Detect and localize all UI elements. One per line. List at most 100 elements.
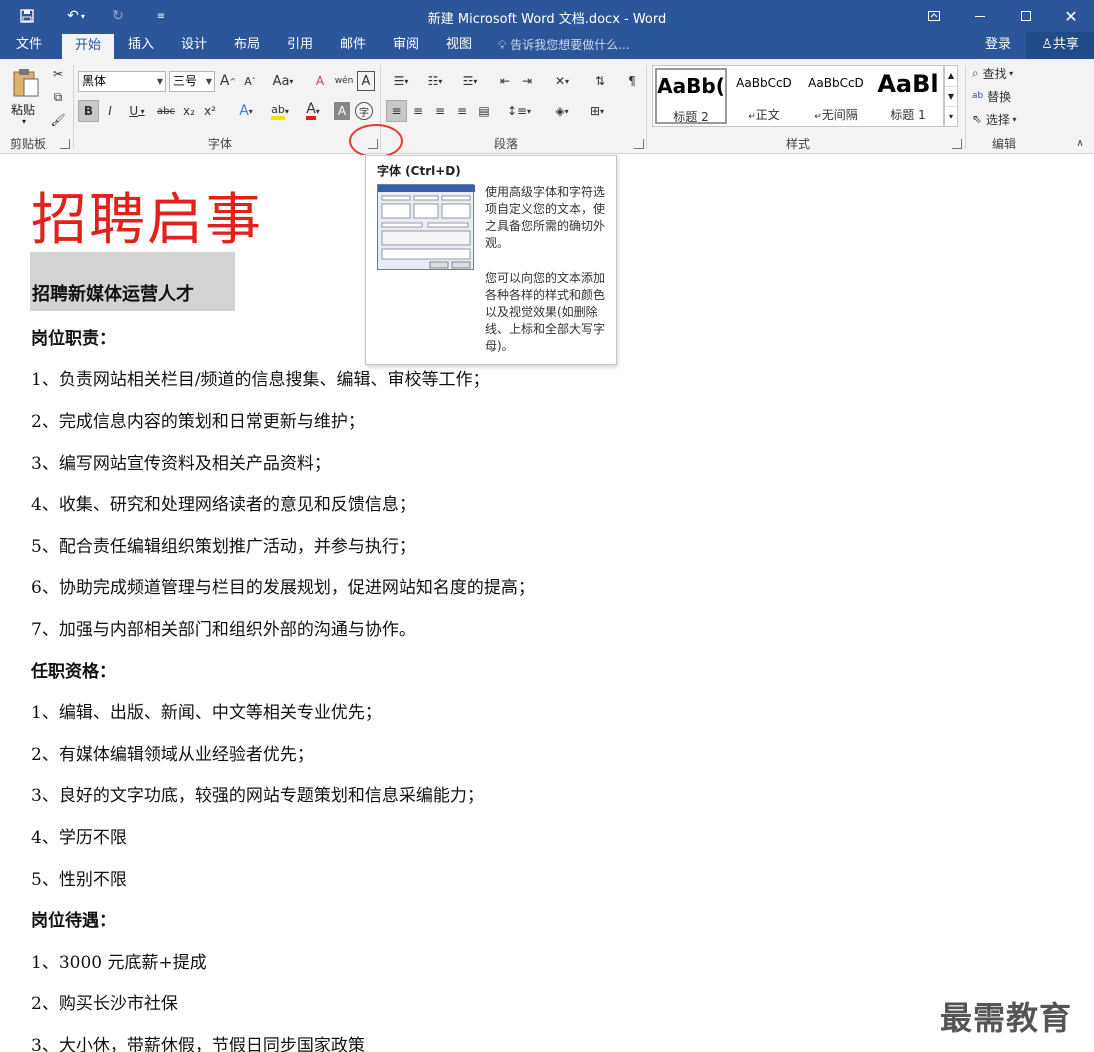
character-border-button[interactable]: A: [357, 71, 375, 91]
asian-layout-button[interactable]: ✕ ▾: [547, 70, 577, 92]
group-separator: [965, 65, 966, 149]
tab-design[interactable]: 设计: [171, 32, 217, 59]
list-item: 4、学历不限: [31, 828, 127, 848]
chevron-up-icon[interactable]: ▲: [945, 66, 957, 86]
character-shading-button[interactable]: A: [334, 102, 350, 120]
find-button[interactable]: ⌕ 查找 ▾: [972, 62, 1032, 84]
bullets-icon: ☰: [393, 74, 405, 88]
tab-references[interactable]: 引用: [277, 32, 323, 59]
ribbon: 粘贴 ▾ ✂ ⧉ 🖌︎ 剪贴板 黑体 ▼ 三号 ▼ A ^ Aˇ Aa ▾ A wén …: [0, 59, 1094, 154]
shading-button[interactable]: ◈ ▾: [546, 100, 578, 122]
section-heading: 任职资格：: [31, 662, 116, 682]
chevron-down-icon: ▾: [22, 117, 27, 126]
tab-mailings[interactable]: 邮件: [330, 32, 376, 59]
font-group-label: 字体: [207, 137, 232, 151]
chevron-down-icon[interactable]: ▼: [945, 86, 957, 106]
highlight-button[interactable]: ab ▾: [264, 100, 296, 122]
style-preview: AaBbCcD: [808, 76, 864, 90]
close-icon[interactable]: ✕: [1048, 0, 1094, 32]
shrink-font-button[interactable]: Aˇ: [240, 70, 260, 92]
style-heading-2[interactable]: AaBb( 标题 2: [655, 68, 727, 124]
gallery-more-icon[interactable]: ▾: [945, 106, 957, 126]
tab-file[interactable]: 文件: [6, 32, 52, 59]
tab-review[interactable]: 审阅: [383, 32, 429, 59]
style-normal[interactable]: AaBbCcD ↵正文: [728, 68, 800, 124]
minimize-icon[interactable]: [957, 0, 1003, 32]
eraser-icon: A: [315, 74, 325, 88]
underline-button[interactable]: U ▾: [122, 100, 152, 122]
login-link[interactable]: 登录: [985, 32, 1011, 59]
share-button[interactable]: ♙共享: [1026, 32, 1094, 59]
ribbon-display-options-icon[interactable]: [911, 0, 957, 32]
numbering-icon: ☷: [427, 74, 439, 88]
clipboard-launcher-icon[interactable]: [60, 139, 70, 149]
shrink-font-icon: A: [244, 74, 252, 88]
align-left-icon[interactable]: ≡: [386, 100, 407, 122]
select-button[interactable]: ⇖ 选择 ▾: [972, 108, 1032, 130]
tell-me-box[interactable]: 💡︎ 告诉我您想要做什么...: [498, 32, 630, 59]
section-heading: 岗位待遇：: [31, 911, 116, 931]
change-case-button[interactable]: Aa ▾: [268, 70, 298, 92]
list-item: 2、购买长沙市社保: [31, 994, 178, 1014]
maximize-icon[interactable]: [1003, 0, 1049, 32]
text-effects-icon: A: [239, 103, 249, 119]
borders-button[interactable]: ⊞ ▾: [581, 100, 613, 122]
font-name-combo[interactable]: 黑体 ▼: [78, 71, 166, 92]
sort-icon[interactable]: ⇅: [590, 70, 610, 92]
copy-icon[interactable]: ⧉: [48, 86, 68, 108]
tab-insert[interactable]: 插入: [118, 32, 164, 59]
italic-button[interactable]: I: [100, 100, 120, 122]
decrease-indent-icon[interactable]: ⇤: [495, 70, 515, 92]
styles-gallery-scroll[interactable]: ▲ ▼ ▾: [944, 65, 958, 127]
enclose-characters-button[interactable]: 字: [355, 102, 373, 120]
numbering-button[interactable]: ☷ ▾: [420, 70, 450, 92]
strikethrough-button[interactable]: abc: [155, 100, 177, 122]
grow-font-icon: A: [219, 73, 230, 89]
phonetic-guide-button[interactable]: wén: [333, 70, 355, 92]
align-center-icon[interactable]: ≡: [408, 100, 428, 122]
superscript-icon: x²: [204, 104, 216, 118]
font-color-button[interactable]: A ▾: [298, 100, 328, 122]
align-right-icon[interactable]: ≡: [430, 100, 450, 122]
find-label: 查找: [982, 66, 1007, 81]
styles-launcher-icon[interactable]: [952, 139, 962, 149]
list-item: 1、3000 元底薪+提成: [31, 953, 207, 973]
cut-icon[interactable]: ✂: [48, 63, 68, 85]
superscript-button[interactable]: x²: [200, 100, 220, 122]
list-item: 3、编写网站宣传资料及相关产品资料；: [31, 454, 331, 474]
font-size-combo[interactable]: 三号 ▼: [169, 71, 215, 92]
tab-view[interactable]: 视图: [436, 32, 482, 59]
clear-formatting-button[interactable]: A: [310, 70, 330, 92]
bullets-button[interactable]: ☰ ▾: [386, 70, 416, 92]
line-spacing-button[interactable]: ↕≡ ▾: [504, 100, 534, 122]
style-name: 标题 2: [673, 110, 709, 124]
style-no-spacing[interactable]: AaBbCcD ↵无间隔: [800, 68, 872, 124]
borders-icon: ⊞: [589, 104, 601, 118]
justify-icon[interactable]: ≡: [452, 100, 472, 122]
text-effects-button[interactable]: A ▾: [231, 100, 261, 122]
paste-button[interactable]: 粘贴 ▾: [8, 65, 44, 126]
increase-indent-icon[interactable]: ⇥: [517, 70, 537, 92]
subscript-button[interactable]: x₂: [179, 100, 199, 122]
format-painter-icon[interactable]: 🖌︎: [48, 109, 68, 131]
tab-layout[interactable]: 布局: [224, 32, 270, 59]
tooltip-description-2: 您可以向您的文本添加各种各样的样式和颜色以及视觉效果(如删除线、上标和全部大写字…: [485, 271, 606, 353]
tab-home[interactable]: 开始: [62, 34, 114, 59]
list-item: 3、良好的文字功底，较强的网站专题策划和信息采编能力；: [31, 786, 484, 806]
distributed-icon[interactable]: ▤: [474, 100, 494, 122]
multilevel-list-button[interactable]: ☲ ▾: [454, 70, 486, 92]
bold-button[interactable]: B: [78, 100, 99, 122]
show-formatting-icon[interactable]: ¶: [622, 70, 642, 92]
paragraph-launcher-icon[interactable]: [634, 139, 644, 149]
change-case-icon: Aa: [272, 73, 290, 89]
list-item: 7、加强与内部相关部门和组织外部的沟通与协作。: [31, 620, 416, 640]
style-heading-1[interactable]: AaBl 标题 1: [872, 68, 944, 124]
paint-bucket-icon: ◈: [555, 104, 565, 118]
style-preview: AaBbCcD: [736, 76, 792, 90]
style-name: ↵正文: [748, 108, 780, 122]
grow-font-button[interactable]: A ^: [218, 70, 238, 92]
person-icon: ♙: [1041, 37, 1053, 52]
select-label: 选择: [985, 112, 1010, 127]
replace-button[interactable]: ab 替换: [972, 85, 1032, 107]
collapse-ribbon-icon[interactable]: ∧: [1072, 135, 1088, 151]
